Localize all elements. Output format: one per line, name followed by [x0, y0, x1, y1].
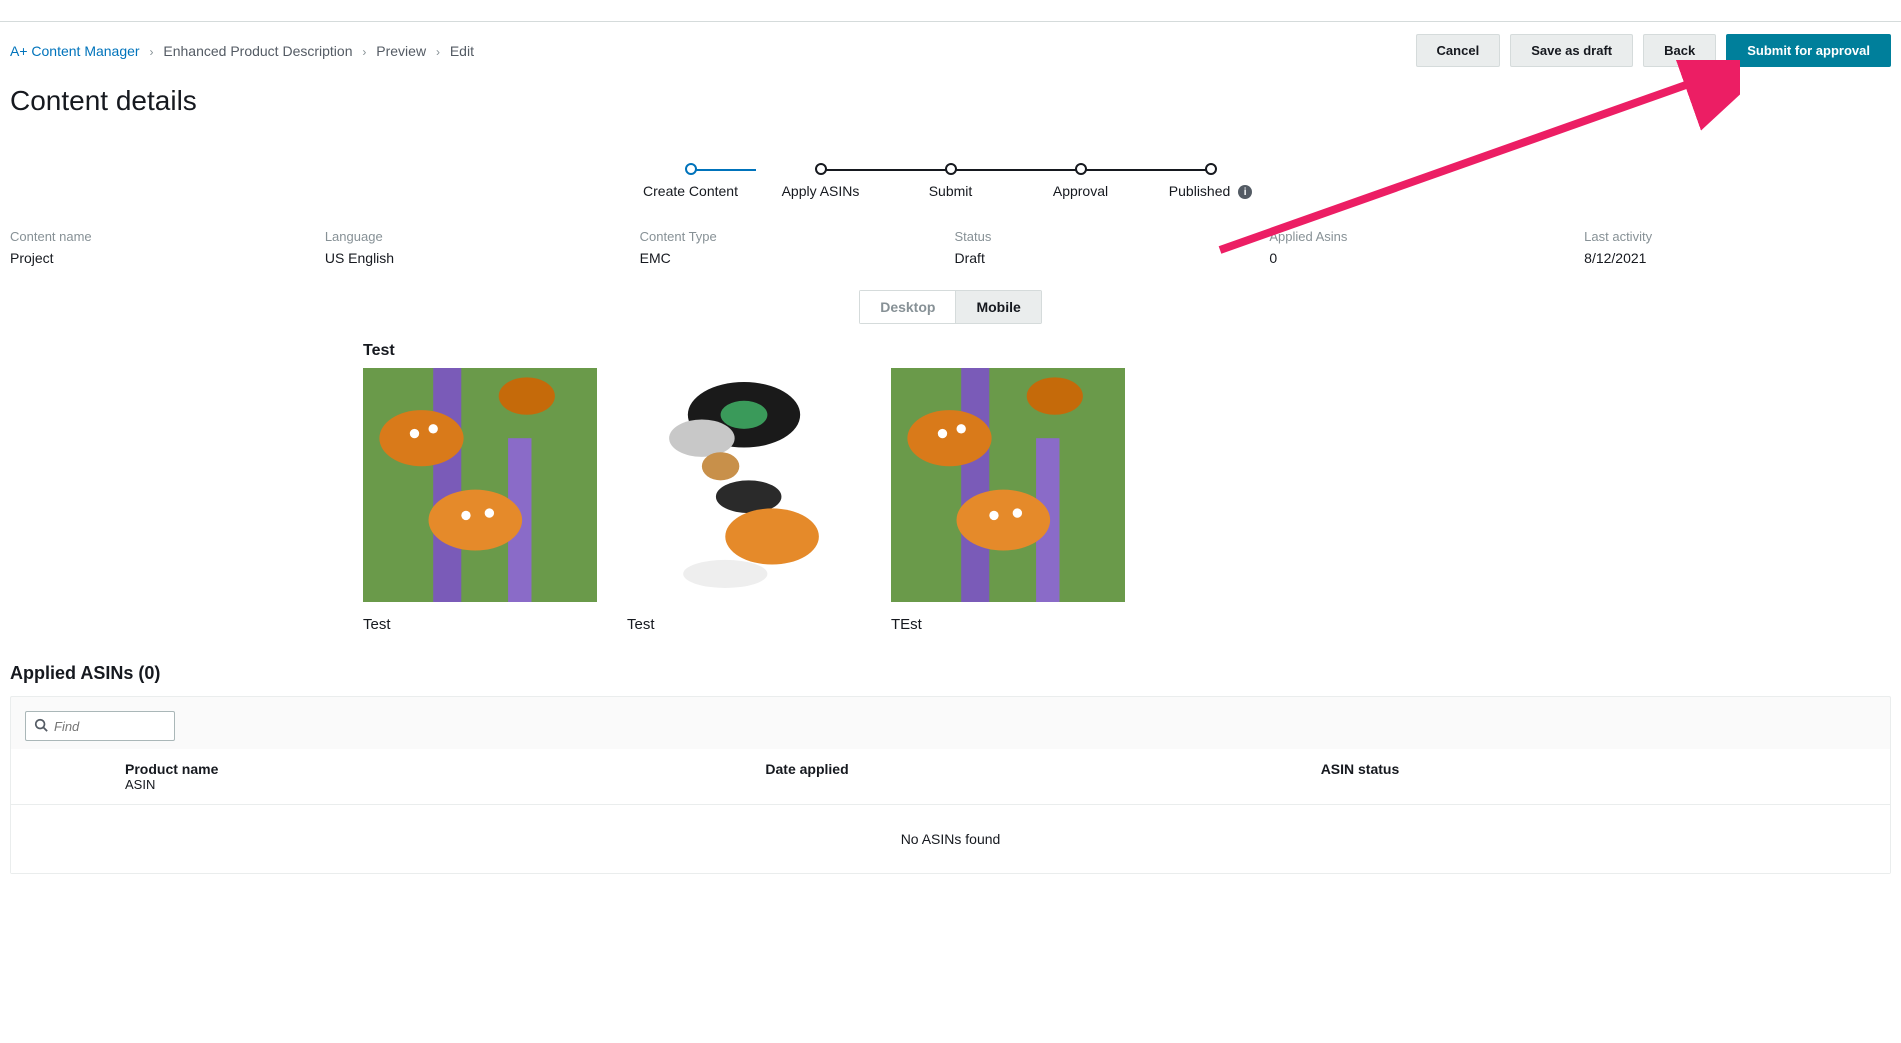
save-draft-button[interactable]: Save as draft	[1510, 34, 1633, 67]
step-label: Submit	[929, 183, 973, 199]
step-label: Create Content	[643, 183, 738, 199]
page-title: Content details	[0, 67, 1901, 123]
step-submit: Submit	[886, 163, 1016, 199]
step-create-content: Create Content	[626, 163, 756, 199]
meta-label-language: Language	[325, 229, 632, 244]
content-preview: Test Test	[0, 342, 1901, 633]
preview-heading: Test	[363, 342, 1538, 360]
column-header-sub: ASIN	[125, 777, 765, 792]
breadcrumb-item: Preview	[376, 43, 426, 59]
preview-card: TEst	[891, 368, 1125, 633]
breadcrumb-root[interactable]: A+ Content Manager	[10, 43, 140, 59]
search-input-wrapper[interactable]	[25, 711, 175, 741]
step-apply-asins: Apply ASINs	[756, 163, 886, 199]
info-icon[interactable]: i	[1238, 185, 1252, 199]
preview-card: Test	[627, 368, 861, 633]
step-label: Approval	[1053, 183, 1108, 199]
meta-value-language: US English	[325, 250, 632, 266]
column-product-name: Product name ASIN	[25, 761, 765, 792]
preview-caption: Test	[627, 616, 861, 633]
submit-for-approval-button[interactable]: Submit for approval	[1726, 34, 1891, 67]
step-dot-icon	[1075, 163, 1087, 175]
meta-value-content-type: EMC	[640, 250, 947, 266]
column-date-applied: Date applied	[765, 761, 1320, 792]
chevron-right-icon: ›	[436, 45, 440, 59]
step-dot-icon	[945, 163, 957, 175]
meta-label-content-name: Content name	[10, 229, 317, 244]
search-input[interactable]	[54, 719, 166, 734]
step-published: Published i	[1146, 163, 1276, 199]
asins-empty-state: No ASINs found	[11, 805, 1890, 873]
meta-value-content-name: Project	[10, 250, 317, 266]
step-approval: Approval	[1016, 163, 1146, 199]
meta-value-status: Draft	[955, 250, 1262, 266]
action-buttons: Cancel Save as draft Back Submit for app…	[1416, 34, 1891, 67]
cancel-button[interactable]: Cancel	[1416, 34, 1501, 67]
mobile-toggle[interactable]: Mobile	[955, 290, 1041, 324]
applied-asins-title: Applied ASINs (0)	[0, 633, 1901, 696]
butterfly-flowers-image	[363, 368, 597, 602]
preview-caption: Test	[363, 616, 597, 633]
preview-card: Test	[363, 368, 597, 633]
meta-label-last-activity: Last activity	[1584, 229, 1891, 244]
chevron-right-icon: ›	[149, 45, 153, 59]
meta-label-status: Status	[955, 229, 1262, 244]
meta-value-last-activity: 8/12/2021	[1584, 250, 1891, 266]
content-meta: Content name Project Language US English…	[0, 229, 1901, 290]
step-dot-icon	[815, 163, 827, 175]
asins-table: Product name ASIN Date applied ASIN stat…	[11, 749, 1890, 873]
step-label-text: Published	[1169, 183, 1231, 199]
back-button[interactable]: Back	[1643, 34, 1716, 67]
progress-stepper: Create Content Apply ASINs Submit Approv…	[626, 163, 1276, 199]
meta-label-content-type: Content Type	[640, 229, 947, 244]
breadcrumb-item: Edit	[450, 43, 474, 59]
device-toggle: Desktop Mobile	[859, 290, 1042, 324]
step-dot-icon	[1205, 163, 1217, 175]
meta-value-applied-asins: 0	[1269, 250, 1576, 266]
preview-caption: TEst	[891, 616, 1125, 633]
step-dot-icon	[685, 163, 697, 175]
column-header-text: Product name	[125, 761, 218, 777]
applied-asins-panel: Product name ASIN Date applied ASIN stat…	[10, 696, 1891, 874]
search-icon	[34, 718, 48, 735]
butterfly-collage-image	[627, 368, 861, 602]
step-label: Apply ASINs	[782, 183, 860, 199]
top-divider	[0, 0, 1901, 22]
breadcrumb-item: Enhanced Product Description	[163, 43, 352, 59]
desktop-toggle[interactable]: Desktop	[859, 290, 955, 324]
breadcrumb: A+ Content Manager › Enhanced Product De…	[10, 43, 474, 59]
step-label: Published i	[1169, 183, 1252, 199]
chevron-right-icon: ›	[362, 45, 366, 59]
column-asin-status: ASIN status	[1321, 761, 1876, 792]
meta-label-applied-asins: Applied Asins	[1269, 229, 1576, 244]
butterfly-flowers-image	[891, 368, 1125, 602]
